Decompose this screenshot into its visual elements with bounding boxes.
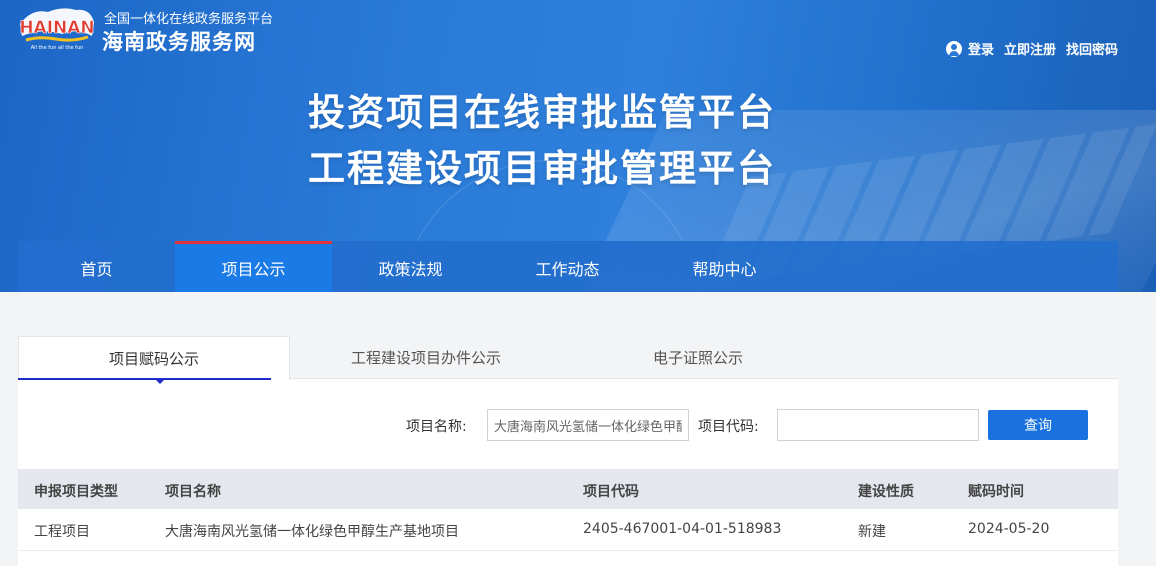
nav-item-project-publicity[interactable]: 项目公示	[175, 241, 332, 292]
project-code-label: 项目代码:	[698, 419, 759, 435]
svg-text:All the fun all the fun: All the fun all the fun	[31, 45, 84, 51]
active-tab-caret	[156, 380, 164, 384]
tab-construction-case-publicity[interactable]: 工程建设项目办件公示	[290, 336, 562, 379]
recover-password-link[interactable]: 找回密码	[1066, 39, 1118, 58]
banner-title-line1: 投资项目在线审批监管平台	[308, 91, 776, 134]
banner-title-line2: 工程建设项目审批管理平台	[308, 147, 776, 190]
register-link[interactable]: 立即注册	[1004, 39, 1056, 58]
active-tab-underline	[18, 378, 271, 380]
project-name-input[interactable]	[487, 409, 689, 441]
nav-item-work-news[interactable]: 工作动态	[489, 241, 646, 292]
user-links: 登录 立即注册 找回密码	[945, 39, 1118, 58]
svg-text:HAINAN: HAINAN	[19, 18, 94, 38]
tab-project-code-publicity[interactable]: 项目赋码公示	[18, 336, 290, 380]
nav-item-home[interactable]: 首页	[18, 241, 175, 292]
main-nav: 首页 项目公示 政策法规 工作动态 帮助中心	[18, 241, 1118, 292]
query-button[interactable]: 查询	[988, 410, 1088, 440]
login-link[interactable]: 登录	[968, 39, 994, 58]
table-row[interactable]: 工程项目 大唐海南风光氢储一体化绿色甲醇生产基地项目 2405-467001-0…	[18, 509, 1118, 551]
publicity-tabs: 项目赋码公示 工程建设项目办件公示 电子证照公示	[18, 336, 1118, 380]
cell-nature: 新建	[858, 524, 886, 540]
column-header-type: 申报项目类型	[34, 484, 118, 500]
column-header-name: 项目名称	[165, 484, 221, 500]
nav-item-help-center[interactable]: 帮助中心	[646, 241, 803, 292]
column-header-nature: 建设性质	[858, 484, 914, 500]
table-header: 申报项目类型 项目名称 项目代码 建设性质 赋码时间	[18, 469, 1118, 509]
cell-code: 2405-467001-04-01-518983	[583, 521, 782, 537]
site-title[interactable]: 海南政务服务网	[102, 26, 256, 56]
user-icon	[945, 40, 962, 57]
project-code-input[interactable]	[777, 409, 979, 441]
column-header-code: 项目代码	[583, 484, 639, 500]
tab-e-license-publicity[interactable]: 电子证照公示	[562, 336, 834, 379]
cell-date: 2024-05-20	[968, 521, 1050, 537]
cell-type: 工程项目	[34, 524, 90, 540]
project-name-label: 项目名称:	[406, 419, 467, 435]
nav-item-policies[interactable]: 政策法规	[332, 241, 489, 292]
cell-name[interactable]: 大唐海南风光氢储一体化绿色甲醇生产基地项目	[165, 521, 459, 541]
hainan-logo[interactable]: HAINAN All the fun all the fun	[18, 6, 96, 52]
search-bar: 项目名称: 项目代码: 查询	[0, 409, 1156, 441]
column-header-date: 赋码时间	[968, 484, 1024, 500]
site-subtitle: 全国一体化在线政务服务平台	[104, 12, 274, 27]
